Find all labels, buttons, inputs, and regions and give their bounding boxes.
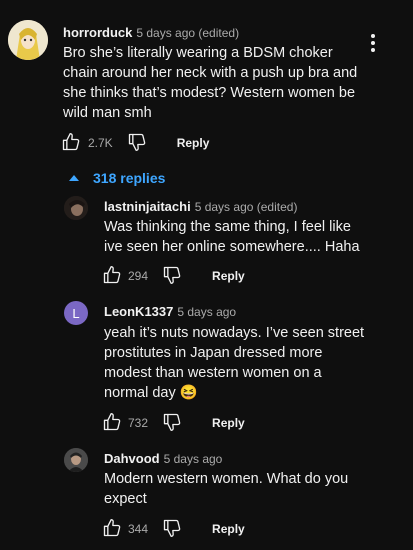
like-icon[interactable] <box>61 132 81 155</box>
like-count: 294 <box>128 269 149 283</box>
like-icon[interactable] <box>102 265 122 288</box>
comment-header: horrorduck 5 days ago (edited) <box>63 24 239 42</box>
comment-author[interactable]: horrorduck <box>63 25 132 40</box>
reply-time[interactable]: 5 days ago <box>177 305 236 319</box>
avatar-letter: L <box>72 305 80 321</box>
chevron-up-icon <box>68 170 80 186</box>
reply-time[interactable]: 5 days ago (edited) <box>195 200 298 214</box>
comment-text: Bro she’s literally wearing a BDSM choke… <box>63 45 358 121</box>
comment-time[interactable]: 5 days ago (edited) <box>136 26 239 40</box>
avatar[interactable] <box>64 196 88 220</box>
dislike-icon[interactable] <box>162 412 182 435</box>
dislike-icon[interactable] <box>162 265 182 288</box>
like-count: 344 <box>128 522 149 536</box>
replies-count: 318 replies <box>93 170 166 186</box>
dislike-icon[interactable] <box>127 132 147 155</box>
reply-time[interactable]: 5 days ago <box>164 452 223 466</box>
reply-author[interactable]: lastninjaitachi <box>104 199 191 214</box>
like-icon[interactable] <box>102 518 122 541</box>
reply-actions: 732 Reply <box>102 412 245 435</box>
reply-button[interactable]: Reply <box>212 522 245 536</box>
dislike-icon[interactable] <box>162 518 182 541</box>
reply-button[interactable]: Reply <box>212 416 245 430</box>
like-count: 2.7K <box>88 136 113 150</box>
reply-header: LeonK1337 5 days ago <box>104 303 236 321</box>
reply-author[interactable]: LeonK1337 <box>104 304 173 319</box>
reply-text: Was thinking the same thing, I feel like… <box>104 219 360 255</box>
reply-author[interactable]: Dahvood <box>104 451 160 466</box>
avatar[interactable] <box>8 20 48 60</box>
like-count: 732 <box>128 416 149 430</box>
replies-toggle[interactable]: 318 replies <box>68 169 165 187</box>
reply-button[interactable]: Reply <box>212 269 245 283</box>
reply-actions: 344 Reply <box>102 518 245 541</box>
reply-button[interactable]: Reply <box>177 136 210 150</box>
reply-actions: 294 Reply <box>102 265 245 288</box>
avatar[interactable] <box>64 448 88 472</box>
reply-header: Dahvood 5 days ago <box>104 450 222 468</box>
reply-text: yeah it’s nuts nowadays. I’ve seen stree… <box>104 325 365 401</box>
like-icon[interactable] <box>102 412 122 435</box>
comment-actions: 2.7K Reply <box>61 132 210 155</box>
reply-header: lastninjaitachi 5 days ago (edited) <box>104 198 297 216</box>
reply-text: Modern western women. What do you expect <box>104 471 349 507</box>
avatar[interactable]: L <box>64 301 88 325</box>
